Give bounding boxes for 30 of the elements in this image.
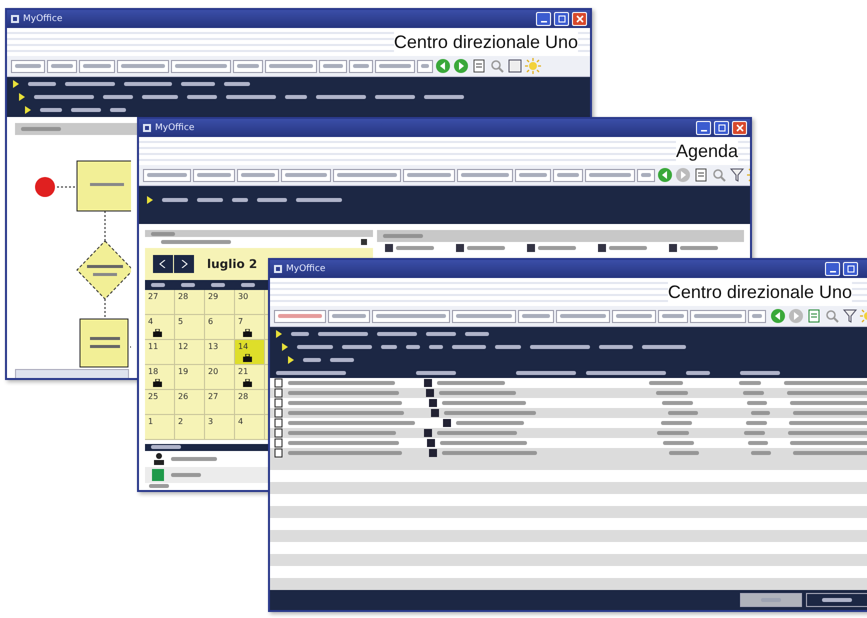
window-heading: Agenda	[676, 140, 738, 162]
day-cell[interactable]: 27	[145, 290, 175, 314]
day-cell[interactable]: 28	[235, 390, 265, 414]
window-heading: Centro direzionale Uno	[668, 282, 852, 302]
window-heading: Centro direzionale Uno	[394, 32, 578, 52]
day-cell[interactable]: 28	[175, 290, 205, 314]
window-title: MyOffice	[286, 264, 326, 274]
day-cell[interactable]: 21	[235, 364, 265, 389]
day-cell[interactable]: 26	[175, 390, 205, 414]
window-title: MyOffice	[23, 14, 62, 24]
day-cell[interactable]: 6	[205, 314, 235, 339]
day-cell[interactable]: 14	[235, 340, 265, 364]
day-cell[interactable]: 11	[145, 340, 175, 364]
day-cell[interactable]: 3	[205, 414, 235, 439]
day-cell[interactable]: 4	[235, 414, 265, 439]
day-cell[interactable]: 29	[205, 290, 235, 314]
day-cell[interactable]: 30	[235, 290, 265, 314]
day-cell[interactable]: 18	[145, 364, 175, 389]
day-cell[interactable]: 20	[205, 364, 235, 389]
day-cell[interactable]: 2	[175, 414, 205, 439]
day-cell[interactable]: 19	[175, 364, 205, 389]
day-cell[interactable]: 12	[175, 340, 205, 364]
day-cell[interactable]: 27	[205, 390, 235, 414]
day-cell[interactable]: 7	[235, 314, 265, 339]
day-cell[interactable]: 5	[175, 314, 205, 339]
month-title: luglio 2	[207, 256, 258, 271]
day-cell[interactable]: 25	[145, 390, 175, 414]
window-title: MyOffice	[155, 123, 194, 133]
day-cell[interactable]: 1	[145, 414, 175, 439]
day-cell[interactable]: 4	[145, 314, 175, 339]
